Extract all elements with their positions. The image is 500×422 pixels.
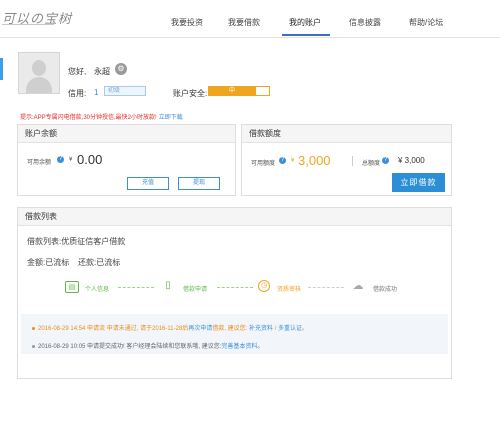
quota-divider [352,156,353,166]
avatar-body [26,77,52,93]
balance-panel-title: 账户余额 [18,125,235,143]
quota-panel-title: 借款额度 [242,125,451,143]
balance-currency: ¥ [69,157,73,163]
nav-item-help-forum[interactable]: 帮助/论坛 [409,17,443,28]
step-loan-application: 借款申请 [183,287,208,293]
step-connector [308,287,344,288]
nav-item-my-account[interactable]: 我的账户 [289,17,321,28]
security-level-bar-remainder [256,86,270,96]
loan-list-description: 借款列表:优质征信客户借款 [27,237,126,246]
clock-icon: ◷ [258,280,270,292]
document-icon: ▯ [165,280,171,291]
total-quota-value: ¥ 3,000 [398,156,425,165]
balance-panel: 账户余额 可用余额 ? ¥ 0.00 充值 提现 [17,124,236,196]
avatar[interactable] [18,52,60,94]
loan-list-title: 借款列表 [18,208,451,226]
available-balance-label: 可用余额 [27,160,52,166]
step-personal-info: 个人信息 [85,287,110,293]
security-label: 账户安全: [173,89,208,98]
log-entry-end: 。 [302,326,309,332]
recharge-button[interactable]: 充值 [127,177,169,190]
log-entry-text: 2016-08-29 10:05 申请提交成功! 客户经理会陆续和您联系哦, 建… [38,344,222,350]
piggy-bank-icon: ☁ [352,280,364,292]
credit-label: 信用: [68,89,87,98]
step-connector [217,287,253,288]
available-quota-label: 可用额度 [251,161,276,167]
log-entry-text: 2016-08-29 14:54 申请流 申请未通过, 请于2016-11-28… [38,326,189,332]
total-quota-label: 总额度 [362,161,381,167]
available-quota-currency: ¥ [291,158,295,164]
balance-value: 0.00 [77,152,103,167]
application-log: 2016-08-29 14:54 申请流 申请未通过, 请于2016-11-28… [21,314,448,354]
supplement-info-link[interactable]: 补充资料 [249,326,273,332]
bullet-icon [32,344,35,348]
top-header: 可以の宝树 我要投资 我要借款 我的账户 信息披露 帮助/论坛 [0,0,500,38]
log-entry: 2016-08-29 14:54 申请流 申请未通过, 请于2016-11-28… [32,323,308,332]
loan-list-panel: 借款列表 借款列表:优质征信客户借款 金额:已流标 还款:已流标 ▤ 个人信息 … [17,207,452,379]
credit-level-badge: 初级 [104,86,146,96]
gear-icon[interactable]: ⚙ [115,63,127,75]
help-icon[interactable]: ? [279,157,286,164]
multi-verify-link[interactable]: 多重认证 [278,326,302,332]
nav-active-indicator [282,34,330,36]
security-level-bar: 中 [208,86,256,96]
bullet-icon [32,326,35,330]
available-quota-value: 3,000 [298,153,331,168]
user-name: 永超 [94,67,110,76]
log-entry-end: 。 [257,344,264,350]
download-now-link[interactable]: 立即下载 [159,115,183,121]
withdraw-button[interactable]: 提现 [178,177,220,190]
logo-underline [2,24,54,25]
help-icon[interactable]: ? [382,157,389,164]
log-entry: 2016-08-29 10:05 申请提交成功! 客户经理会陆续和您联系哦, 建… [32,341,263,350]
nav-item-borrow[interactable]: 我要借款 [228,17,260,28]
loan-repay-status: 还款:已流标 [78,258,121,267]
app-promo-notice: 提示:APP专属闪电借款,30分钟授信,最快2小时放款! 立即下载 [20,112,183,121]
step-qualification-review: 资质审核 [277,287,302,293]
avatar-head [32,60,46,76]
step-loan-success: 借款成功 [373,287,398,293]
side-edge-indicator [0,58,3,80]
step-connector [118,287,154,288]
log-entry-mid: 借款, 建议您: [212,326,248,332]
greeting-text: 您好, [68,67,87,76]
reapply-link[interactable]: 再次申请 [188,326,212,332]
notice-text: 提示:APP专属闪电借款,30分钟授信,最快2小时放款! [20,115,157,121]
nav-item-disclosure[interactable]: 信息披露 [349,17,381,28]
complete-profile-link[interactable]: 完善基本资料 [221,344,257,350]
nav-item-invest[interactable]: 我要投资 [171,17,203,28]
help-icon[interactable]: ? [57,156,64,163]
borrow-now-button[interactable]: 立即借款 [392,173,445,192]
log-link-separator: / [274,326,277,332]
loan-quota-panel: 借款额度 可用额度 ? ¥ 3,000 总额度 ? ¥ 3,000 立即借款 [241,124,452,196]
credit-value: 1 [94,88,99,97]
id-card-icon: ▤ [65,281,79,293]
profile-section: 您好, 永超 ⚙ 信用: 1 初级 账户安全: 中 [16,42,452,106]
loan-amount-status: 金额:已流标 [27,258,70,267]
